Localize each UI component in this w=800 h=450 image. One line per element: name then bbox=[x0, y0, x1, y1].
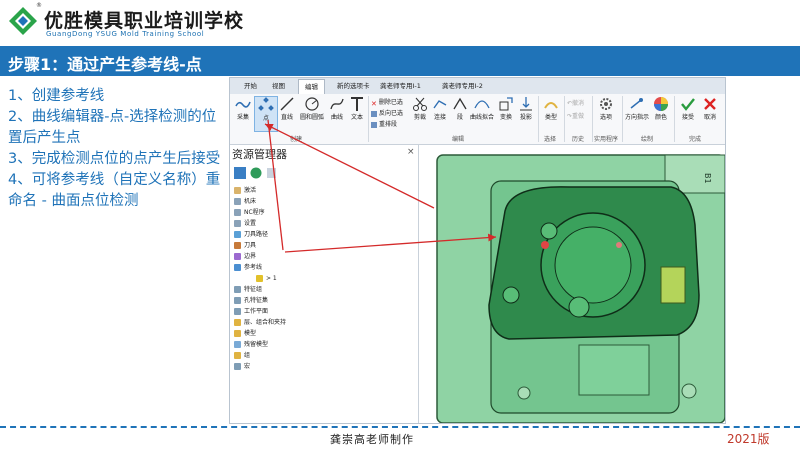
arrow-from-tree-node bbox=[267, 119, 284, 251]
arrow-to-point-on-model bbox=[284, 233, 497, 253]
footer-year: 2021版 bbox=[727, 432, 770, 446]
annotation-arrows bbox=[264, 119, 497, 253]
footer-divider bbox=[0, 426, 800, 428]
footer-author: 龚崇高老师制作 bbox=[330, 433, 414, 446]
arrow-to-point-button bbox=[264, 123, 435, 209]
